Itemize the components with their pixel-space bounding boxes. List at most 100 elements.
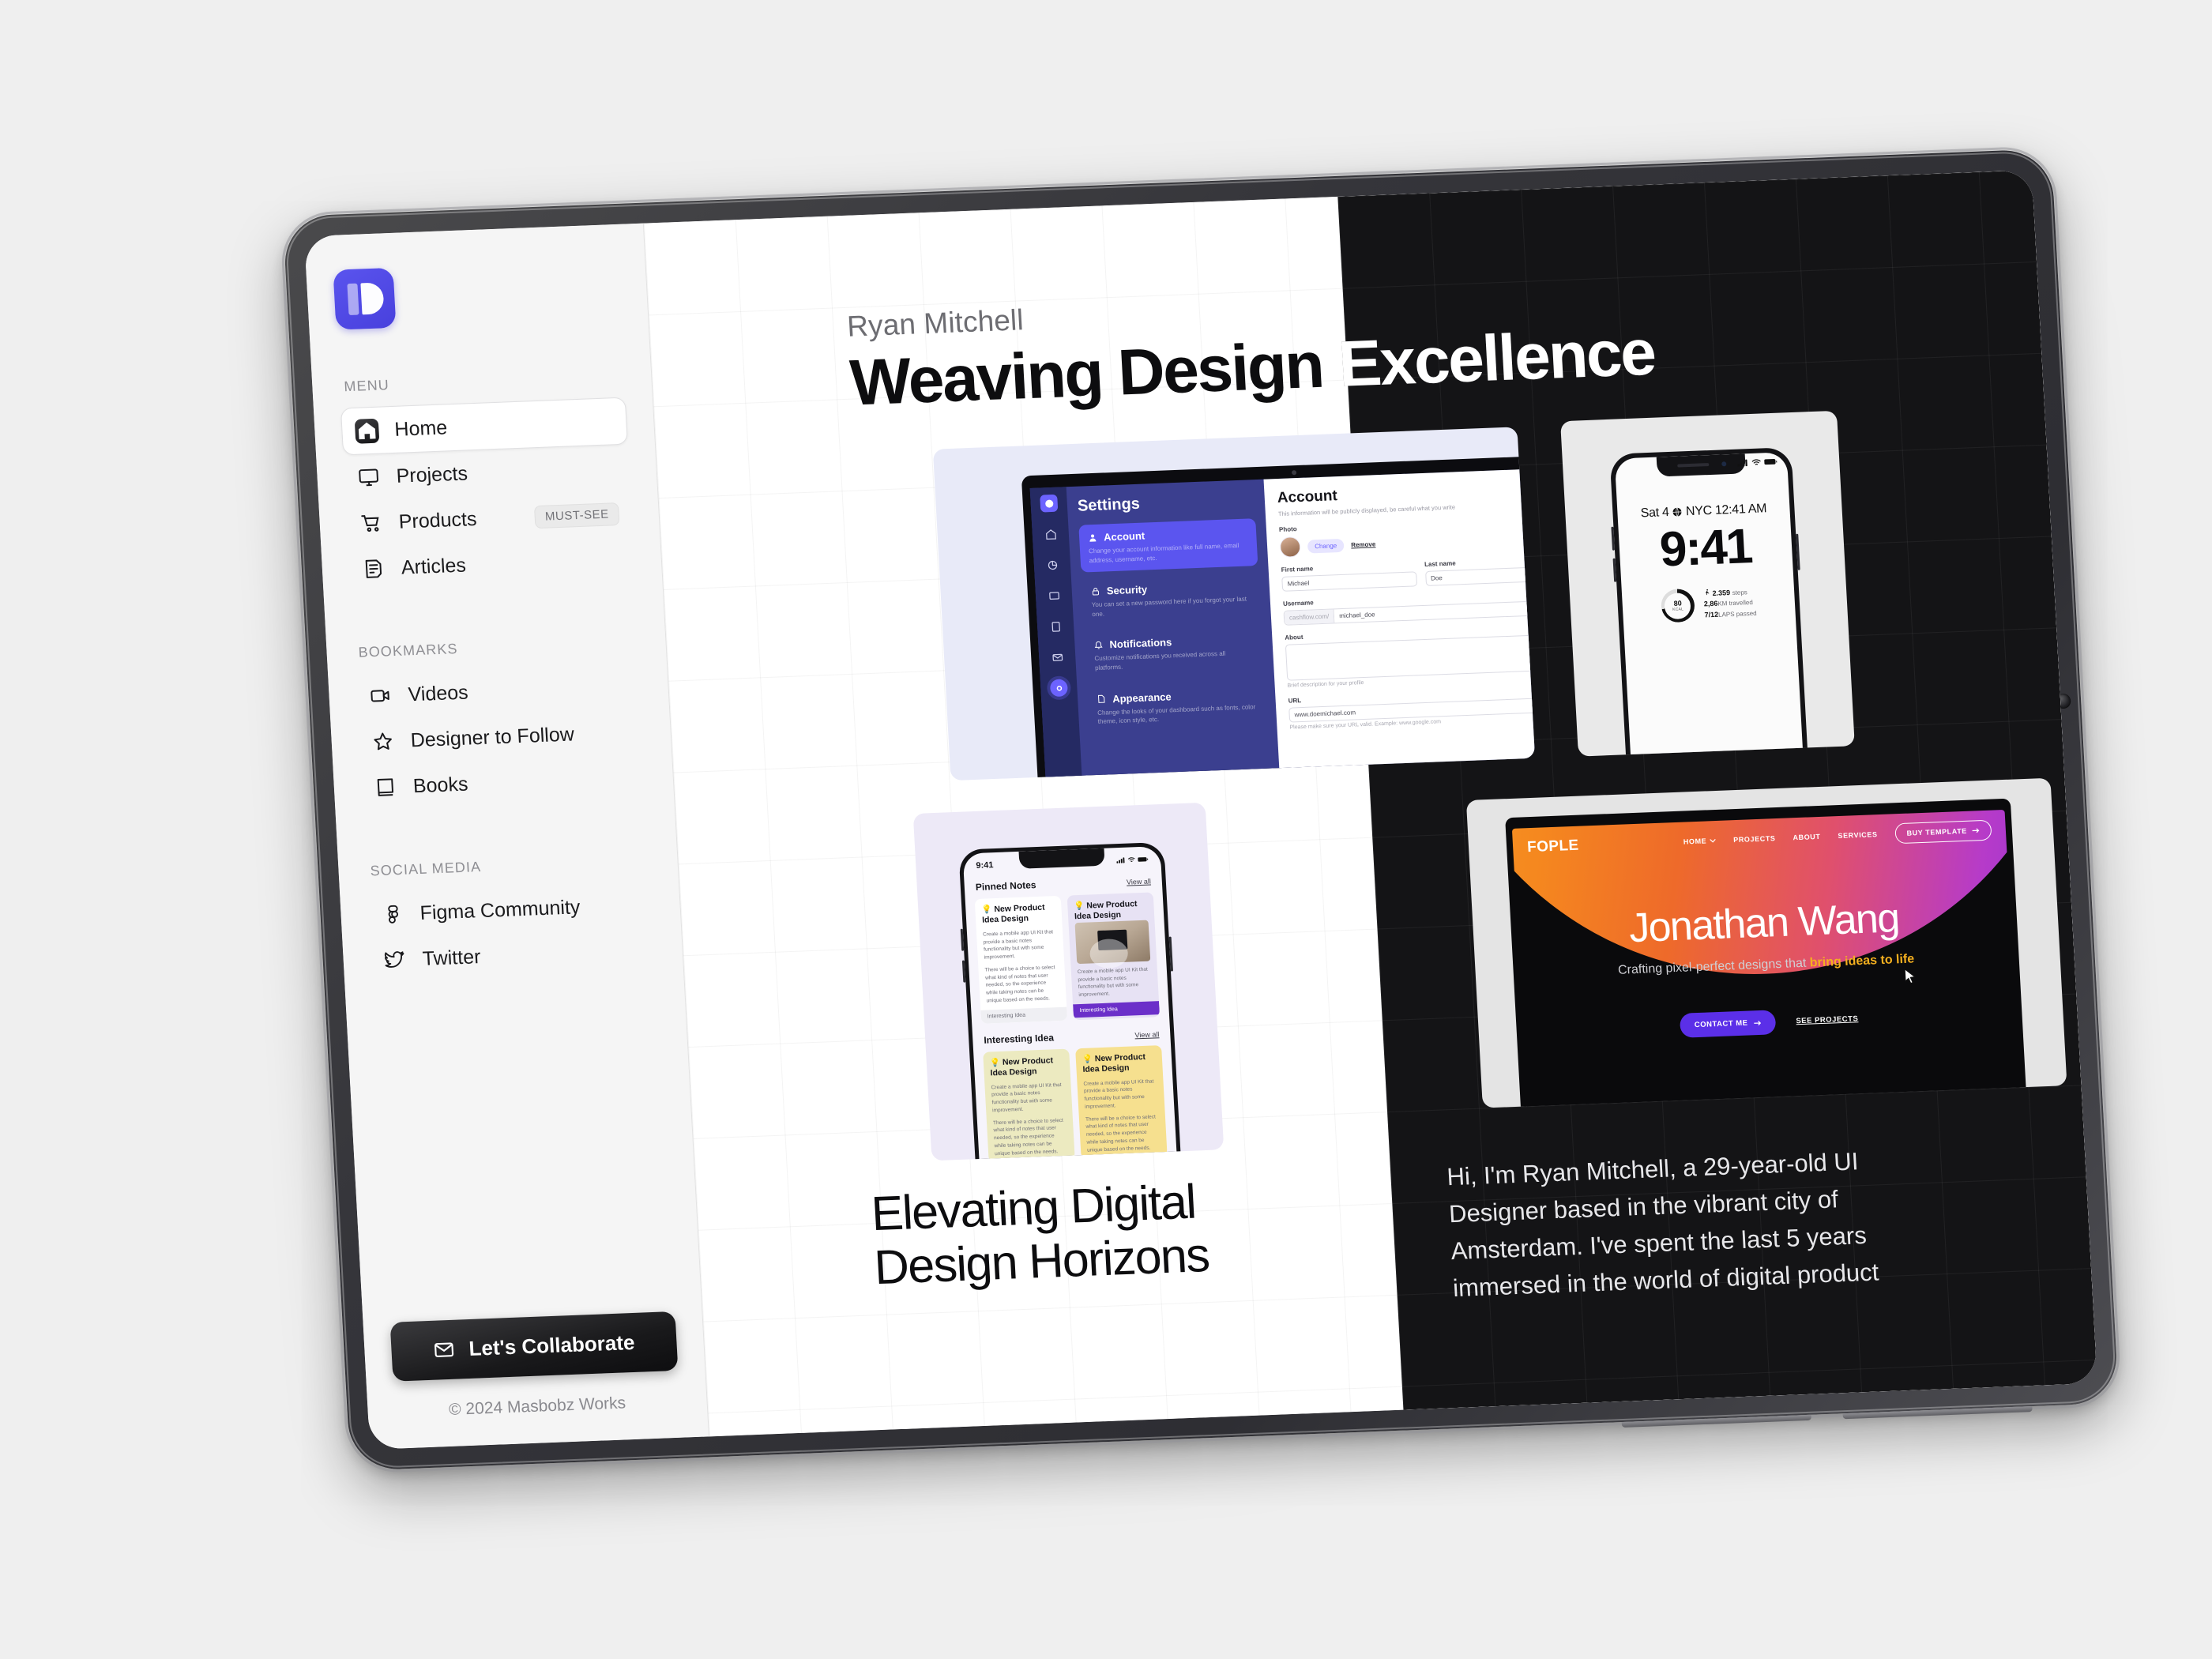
sidebar-item-books[interactable]: Books xyxy=(359,754,647,811)
arrow-right-icon xyxy=(1754,1020,1761,1025)
note-card[interactable]: 💡 New Product Idea Design Create a mobil… xyxy=(983,1048,1075,1161)
laptop-camera-icon xyxy=(1291,470,1297,476)
sidebar-item-label: Products xyxy=(398,507,478,533)
signal-icon xyxy=(1737,459,1747,467)
note-tag: Interesting Idea xyxy=(1073,1001,1160,1018)
menu-item-sub: You can set a new password here if you f… xyxy=(1091,595,1247,618)
last-name-field[interactable]: Doe xyxy=(1424,566,1536,586)
tablet-screen: MENU Home Projects Products MUST-SEE Art… xyxy=(304,170,2097,1450)
battery-icon xyxy=(1763,459,1778,465)
change-photo-button[interactable]: Change xyxy=(1307,538,1345,554)
view-all-link[interactable]: View all xyxy=(1127,877,1151,886)
project-card-fople-portfolio[interactable]: FOPLE HOME PROJECTS ABOUT SERVICES BUY T… xyxy=(1465,777,2067,1108)
section-title: Pinned Notes xyxy=(975,879,1036,893)
palette-icon xyxy=(1097,694,1105,703)
first-name-field[interactable]: Michael xyxy=(1281,571,1417,592)
arrow-right-icon xyxy=(1972,828,1980,833)
laptop-notch xyxy=(1737,809,1779,818)
rail-chart-icon[interactable] xyxy=(1043,556,1061,574)
dashboard-logo-icon xyxy=(1040,494,1059,513)
page-eyebrow: Ryan Mitchell xyxy=(846,303,1025,343)
menu-item-name: Appearance xyxy=(1112,690,1172,705)
laps-stat: 7/12LAPS passed xyxy=(1704,609,1757,619)
note-body: Create a mobile app UI Kit that provide … xyxy=(991,1082,1062,1114)
calorie-value: 80 xyxy=(1673,599,1683,608)
rail-settings-icon[interactable] xyxy=(1049,679,1068,698)
view-all-link[interactable]: View all xyxy=(1134,1030,1159,1039)
laptop-mockup: FOPLE HOME PROJECTS ABOUT SERVICES BUY T… xyxy=(1505,798,2027,1108)
note-card[interactable]: 💡 New Product Idea Design Create a mobil… xyxy=(974,895,1068,1024)
note-body: Create a mobile app UI Kit that provide … xyxy=(1083,1078,1154,1110)
app-logo-icon[interactable] xyxy=(333,267,397,330)
avatar xyxy=(1279,536,1301,558)
globe-icon xyxy=(1672,506,1683,521)
rail-monitor-icon[interactable] xyxy=(1044,587,1063,605)
book-icon xyxy=(373,775,398,799)
rail-mail-icon[interactable] xyxy=(1048,648,1066,666)
note-body: There will be a choice to select what ki… xyxy=(984,965,1055,1004)
social-section-label: SOCIAL MEDIA xyxy=(370,859,482,879)
menu-item-sub: Change your account information like ful… xyxy=(1088,541,1240,564)
site-logo[interactable]: FOPLE xyxy=(1527,837,1579,856)
settings-menu-security[interactable]: Security You can set a new password here… xyxy=(1082,572,1261,626)
nav-link-about[interactable]: ABOUT xyxy=(1793,833,1821,841)
bio-paragraph: Hi, I'm Ryan Mitchell, a 29-year-old UI … xyxy=(1446,1147,1880,1303)
rail-home-icon[interactable] xyxy=(1041,525,1059,544)
settings-menu-notifications[interactable]: Notifications Customize notifications yo… xyxy=(1085,626,1264,680)
note-title: 💡 New Product Idea Design xyxy=(1074,899,1138,922)
star-icon xyxy=(371,729,396,754)
calorie-unit: KCAL xyxy=(1672,607,1684,612)
phone-mockup: Sat 4 NYC 12:41 AM 9:41 80 KCAL 2.359 st… xyxy=(1609,447,1810,757)
nav-link-services[interactable]: SERVICES xyxy=(1838,830,1878,840)
bulb-icon: 💡 xyxy=(1074,901,1085,912)
activity-widget: 80 KCAL 2.359 steps 2,86KM travelled 7/1… xyxy=(1622,585,1796,624)
note-card[interactable]: 💡 New Product Idea Design Create a mobil… xyxy=(1066,892,1161,1020)
home-icon xyxy=(354,418,380,444)
bookmarks-section-label: BOOKMARKS xyxy=(358,640,459,660)
settings-menu-appearance[interactable]: Appearance Change the looks of your dash… xyxy=(1087,679,1266,734)
note-title: 💡 New Product Idea Design xyxy=(989,1055,1054,1078)
wifi-icon xyxy=(1751,459,1761,465)
buy-template-button[interactable]: BUY TEMPLATE xyxy=(1894,819,1992,845)
chevron-down-icon xyxy=(1710,838,1716,843)
menu-item-name: Security xyxy=(1106,583,1148,597)
figma-icon xyxy=(380,902,405,927)
mail-icon xyxy=(434,1342,454,1357)
project-card-settings-dashboard[interactable]: Settings Account Change your account inf… xyxy=(932,427,1536,781)
power-button xyxy=(1796,533,1800,570)
battery-icon xyxy=(1138,857,1149,862)
contact-me-button[interactable]: CONTACT ME xyxy=(1680,1010,1777,1038)
username-prefix: cashflow.com/ xyxy=(1284,609,1335,625)
note-title: 💡 New Product Idea Design xyxy=(981,902,1045,926)
nav-link-projects[interactable]: PROJECTS xyxy=(1733,834,1776,844)
menu-section-label: MENU xyxy=(343,377,390,395)
status-badge: MUST-SEE xyxy=(534,502,620,529)
remove-photo-button[interactable]: Remove xyxy=(1351,540,1376,548)
nav-link-home[interactable]: HOME xyxy=(1683,837,1717,846)
status-time: 9:41 xyxy=(976,860,994,871)
sidebar-item-label: Articles xyxy=(401,554,467,579)
note-body: There will be a choice to select what ki… xyxy=(1085,1113,1157,1153)
project-card-lockscreen[interactable]: Sat 4 NYC 12:41 AM 9:41 80 KCAL 2.359 st… xyxy=(1560,410,1855,757)
calorie-ring: 80 KCAL xyxy=(1660,588,1696,623)
bulb-icon: 💡 xyxy=(1082,1054,1093,1064)
phone-notch xyxy=(1018,848,1105,869)
bulb-icon: 💡 xyxy=(981,905,992,915)
sidebar-item-label: Books xyxy=(412,773,469,797)
note-tag: Interesting Idea xyxy=(980,1006,1068,1024)
copyright-text: © 2024 Masbobz Works xyxy=(448,1394,626,1419)
interesting-idea-header: Interesting Idea View all xyxy=(984,1028,1160,1046)
project-card-notes-app[interactable]: 9:41 Pinned Notes View all 💡 New Product… xyxy=(912,802,1224,1161)
sidebar-item-label: Home xyxy=(393,416,448,441)
sidebar-item-articles[interactable]: Articles xyxy=(348,536,635,592)
rail-wallet-icon[interactable] xyxy=(1047,618,1065,636)
collaborate-button[interactable]: Let's Collaborate xyxy=(389,1311,679,1382)
see-projects-link[interactable]: SEE PROJECTS xyxy=(1796,1014,1858,1025)
note-card[interactable]: 💡 New Product Idea Design Create a mobil… xyxy=(1075,1044,1168,1160)
sidebar-item-label: Figma Community xyxy=(419,895,581,924)
about-textarea[interactable] xyxy=(1285,634,1536,681)
settings-menu-account[interactable]: Account Change your account information … xyxy=(1078,518,1258,573)
laptop-mockup: Settings Account Change your account inf… xyxy=(1021,454,1536,781)
person-icon xyxy=(1089,534,1097,542)
sidebar: MENU Home Projects Products MUST-SEE Art… xyxy=(304,223,709,1450)
